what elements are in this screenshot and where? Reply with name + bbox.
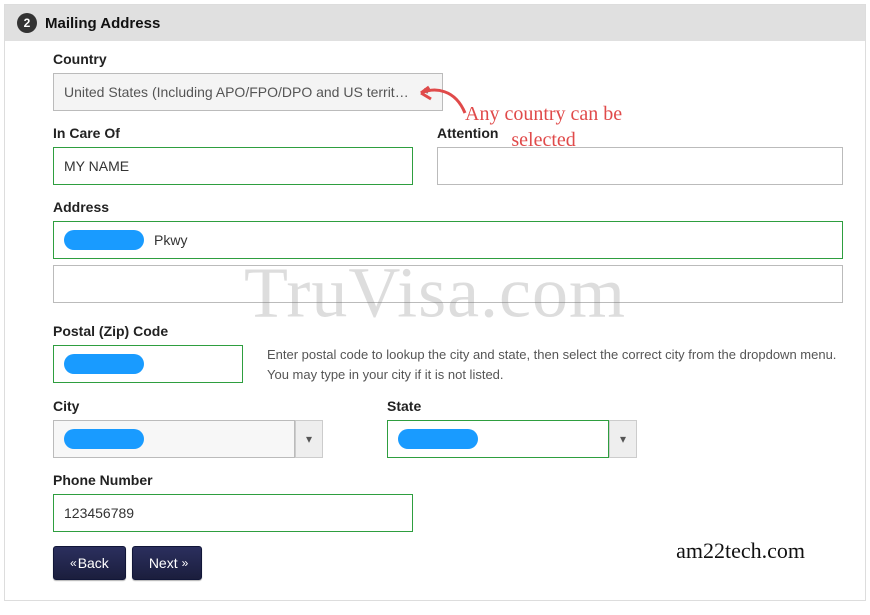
country-label: Country — [53, 51, 443, 67]
redacted-blob — [64, 429, 144, 449]
address-label: Address — [53, 199, 843, 215]
panel-body: TruVisa.com Any country can be selected … — [5, 41, 865, 600]
country-value: United States (Including APO/FPO/DPO and… — [64, 82, 414, 102]
address-line2-input[interactable] — [53, 265, 843, 303]
footer-brand: am22tech.com — [676, 538, 805, 564]
phone-input[interactable] — [53, 494, 413, 532]
double-chevron-left-icon: « — [70, 556, 74, 570]
postal-input[interactable] — [53, 345, 243, 383]
in-care-of-label: In Care Of — [53, 125, 413, 141]
mailing-address-panel: 2 Mailing Address TruVisa.com Any countr… — [4, 4, 866, 601]
panel-header: 2 Mailing Address — [5, 5, 865, 41]
state-select[interactable]: ▾ — [387, 420, 637, 458]
in-care-of-input[interactable] — [53, 147, 413, 185]
chevron-down-icon: ▾ — [609, 420, 637, 458]
redacted-blob — [64, 230, 144, 250]
redacted-blob — [398, 429, 478, 449]
attention-input[interactable] — [437, 147, 843, 185]
back-button-label: Back — [78, 555, 109, 571]
phone-label: Phone Number — [53, 472, 413, 488]
postal-help-text: Enter postal code to lookup the city and… — [267, 345, 843, 384]
address-line1-suffix: Pkwy — [154, 230, 187, 250]
country-select[interactable]: United States (Including APO/FPO/DPO and… — [53, 73, 443, 111]
chevron-down-icon: ▼ — [422, 82, 432, 102]
step-number-badge: 2 — [17, 13, 37, 33]
redacted-blob — [64, 354, 144, 374]
attention-label: Attention — [437, 125, 843, 141]
city-label: City — [53, 398, 323, 414]
double-chevron-right-icon: » — [182, 556, 186, 570]
back-button[interactable]: « Back — [53, 546, 126, 580]
next-button[interactable]: Next » — [132, 546, 202, 580]
next-button-label: Next — [149, 555, 178, 571]
state-label: State — [387, 398, 637, 414]
address-line1-input[interactable]: Pkwy — [53, 221, 843, 259]
chevron-down-icon: ▾ — [295, 420, 323, 458]
panel-title: Mailing Address — [45, 15, 160, 32]
postal-label: Postal (Zip) Code — [53, 323, 243, 339]
city-select[interactable]: ▾ — [53, 420, 323, 458]
